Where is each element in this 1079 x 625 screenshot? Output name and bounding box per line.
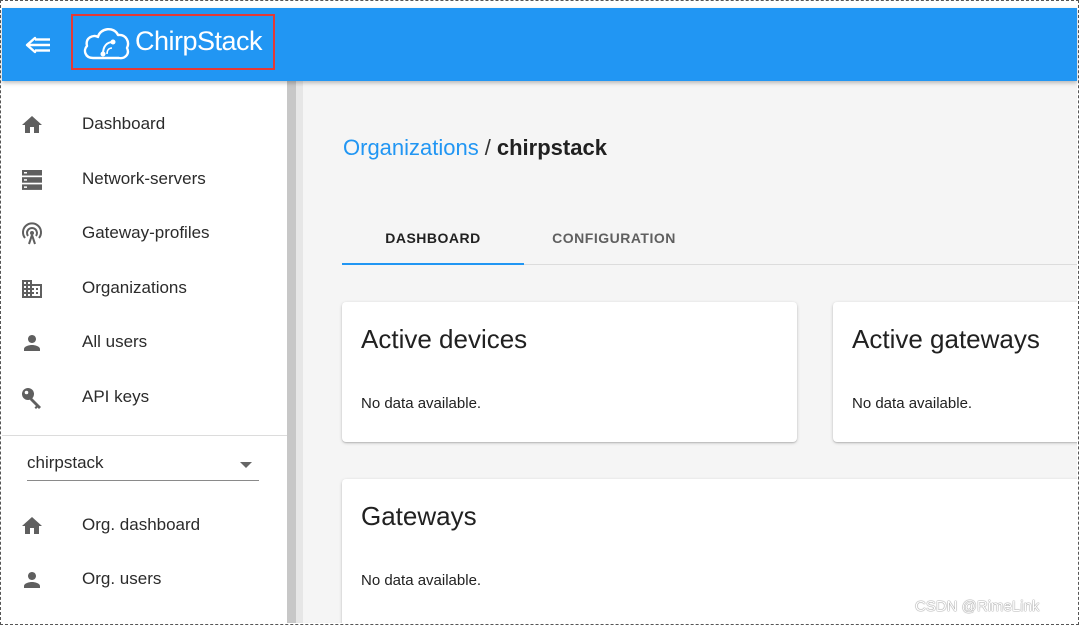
card-empty-message: No data available. [852, 395, 973, 412]
home-icon [22, 116, 42, 133]
sidebar-item-network-servers[interactable]: Network-servers [2, 153, 287, 207]
main-content: Organizations / chirpstack DASHBOARD CONFI… [303, 81, 1077, 623]
server-icon [22, 170, 42, 190]
sidebar-scrollbar[interactable] [287, 81, 303, 623]
card-empty-message: No data available. [361, 572, 482, 589]
menu-collapse-button[interactable] [24, 32, 54, 58]
active-devices-card: Active devices No data available. [342, 302, 797, 442]
sidebar-item-api-keys[interactable]: API keys [2, 371, 287, 425]
active-gateways-card: Active gateways No data available. [833, 302, 1077, 442]
person-icon [24, 572, 40, 588]
brand-name: ChirpStack [135, 26, 263, 56]
card-empty-message: No data available. [361, 395, 482, 412]
person-icon [24, 335, 40, 351]
sidebar-item-org-users[interactable]: Org. users [2, 553, 287, 607]
breadcrumb-organizations-link[interactable]: Organizations [343, 135, 479, 160]
sidebar-item-label: Network-servers [82, 169, 206, 188]
breadcrumb: Organizations / chirpstack [343, 135, 607, 161]
home-icon [22, 517, 42, 534]
brand-logo[interactable]: ChirpStack [71, 14, 275, 70]
cloud-logo-icon [83, 28, 130, 60]
tab-configuration[interactable]: CONFIGURATION [524, 219, 704, 265]
sidebar-item-label: Organizations [82, 278, 187, 297]
sidebar-item-label: Org. users [82, 569, 162, 588]
tab-bar: DASHBOARD CONFIGURATION [342, 219, 1077, 265]
sidebar: Dashboard Network-servers Gateway-profil… [2, 81, 287, 623]
sidebar-item-organizations[interactable]: Organizations [2, 262, 287, 316]
sidebar-item-label: API keys [82, 387, 150, 406]
sidebar-item-org-dashboard[interactable]: Org. dashboard [2, 499, 287, 553]
building-icon [22, 280, 42, 298]
organization-select[interactable]: chirpstack [27, 448, 259, 481]
sidebar-item-label: Dashboard [82, 114, 166, 133]
sidebar-item-gateway-profiles[interactable]: Gateway-profiles [2, 207, 287, 261]
menu-collapse-icon [25, 36, 50, 54]
sidebar-item-label: All users [82, 332, 148, 351]
card-title: Gateways [361, 501, 477, 531]
sidebar-item-all-users[interactable]: All users [2, 316, 287, 370]
tab-dashboard[interactable]: DASHBOARD [342, 219, 524, 265]
sidebar-item-label: Gateway-profiles [82, 223, 210, 242]
organization-select-value: chirpstack [27, 453, 104, 472]
antenna-icon [22, 222, 42, 245]
card-title: Active devices [361, 324, 528, 354]
watermark: CSDN @RimeLink [915, 598, 1040, 615]
sidebar-divider [2, 435, 287, 436]
breadcrumb-current: chirpstack [496, 135, 607, 160]
breadcrumb-separator: / [484, 135, 491, 160]
sidebar-item-label: Org. dashboard [82, 515, 201, 534]
key-icon [22, 388, 41, 409]
card-title: Active gateways [852, 324, 1040, 354]
chevron-down-icon [240, 462, 252, 468]
sidebar-item-dashboard[interactable]: Dashboard [2, 98, 287, 152]
app-bar: ChirpStack [2, 8, 1077, 81]
